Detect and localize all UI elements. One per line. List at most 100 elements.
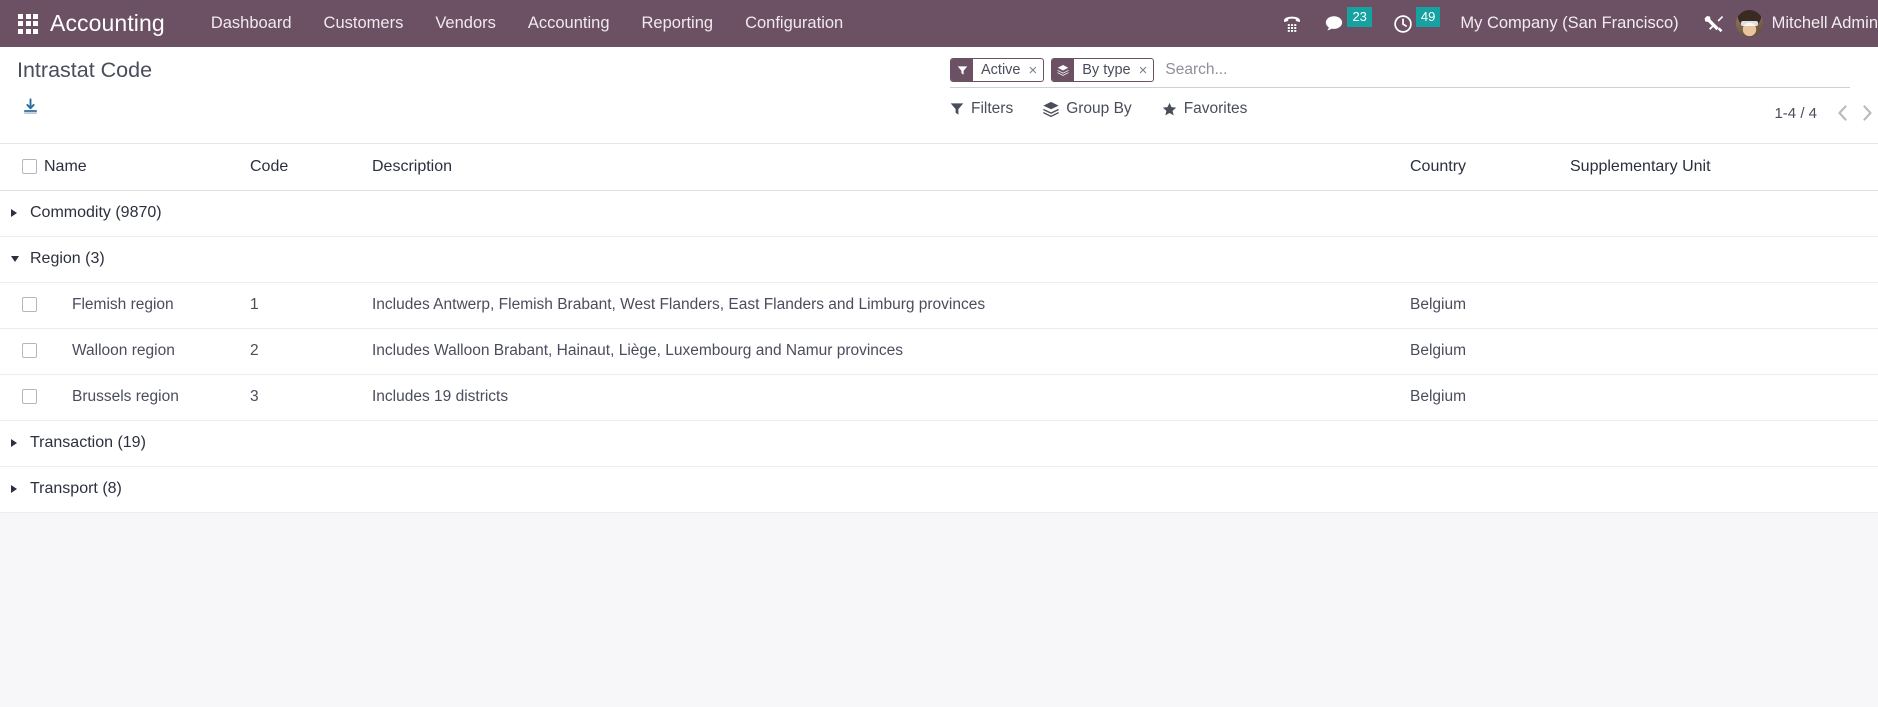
group-row-commodity-cell: Commodity (9870) bbox=[0, 190, 1878, 236]
menu-item-vendors[interactable]: Vendors bbox=[419, 0, 512, 47]
row-checkbox[interactable] bbox=[22, 343, 37, 359]
group-row-region-cell: Region (3) bbox=[0, 236, 1878, 282]
pager-count: 1-4 / 4 bbox=[1774, 104, 1817, 122]
search-facet-by-type-remove[interactable]: × bbox=[1136, 59, 1154, 81]
select-all-checkbox[interactable] bbox=[22, 159, 37, 175]
search-facet-by-type[interactable]: By type × bbox=[1051, 58, 1155, 82]
table-header: Name Code Description Country Supplement… bbox=[0, 144, 1878, 191]
cell-code: 1 bbox=[250, 296, 259, 313]
cell-description: Includes Antwerp, Flemish Brabant, West … bbox=[372, 296, 986, 313]
cell-country: Belgium bbox=[1410, 342, 1466, 359]
systray: 23 49 My Company (San Francisco) Mitchel… bbox=[1271, 0, 1878, 47]
page-title: Intrastat Code bbox=[17, 58, 153, 82]
grid-apps-icon bbox=[18, 13, 38, 34]
chevron-right-icon bbox=[1862, 105, 1872, 121]
search-facet-active-remove[interactable]: × bbox=[1026, 59, 1044, 81]
menu-item-configuration[interactable]: Configuration bbox=[729, 0, 859, 47]
menu-item-reporting[interactable]: Reporting bbox=[626, 0, 730, 47]
search-facet-active-label: Active bbox=[981, 62, 1021, 78]
group-row-transaction[interactable]: Transaction (19) bbox=[0, 420, 1878, 466]
column-header-supplementary-unit[interactable]: Supplementary Unit bbox=[1570, 144, 1878, 191]
app-brand-accounting[interactable]: Accounting bbox=[50, 10, 165, 37]
chevron-right-icon[interactable] bbox=[11, 439, 17, 447]
row-select-cell bbox=[0, 374, 44, 420]
wrench-screwdriver-icon bbox=[1704, 16, 1723, 33]
chevron-right-icon[interactable] bbox=[11, 485, 17, 493]
menu-item-customers[interactable]: Customers bbox=[308, 0, 420, 47]
filter-funnel-icon bbox=[951, 59, 973, 81]
export-all-button[interactable] bbox=[17, 95, 44, 118]
menu-item-accounting[interactable]: Accounting bbox=[512, 0, 626, 47]
cell-description: Includes Walloon Brabant, Hainaut, Liège… bbox=[372, 342, 904, 359]
group-row-transaction-label: Transaction (19) bbox=[30, 434, 146, 451]
select-all-header bbox=[0, 144, 44, 191]
user-avatar[interactable] bbox=[1735, 10, 1763, 37]
favorites-dropdown-button[interactable]: Favorites bbox=[1162, 100, 1248, 118]
search-input[interactable] bbox=[1161, 59, 1850, 81]
column-header-country[interactable]: Country bbox=[1410, 144, 1570, 191]
odoo-accounting-app: Accounting Dashboard Customers Vendors A… bbox=[0, 0, 1878, 707]
pager: 1-4 / 4 bbox=[1774, 102, 1878, 124]
top-navbar: Accounting Dashboard Customers Vendors A… bbox=[0, 0, 1878, 47]
group-row-transport-cell: Transport (8) bbox=[0, 466, 1878, 512]
cell-supplementary-unit bbox=[1570, 328, 1878, 374]
list-view: Name Code Description Country Supplement… bbox=[0, 144, 1878, 707]
main-menu: Dashboard Customers Vendors Accounting R… bbox=[195, 0, 859, 47]
cell-name: Flemish region bbox=[72, 296, 174, 313]
table-header-row: Name Code Description Country Supplement… bbox=[0, 144, 1878, 191]
column-header-code[interactable]: Code bbox=[250, 144, 372, 191]
pager-previous-button[interactable] bbox=[1831, 102, 1853, 124]
column-header-name[interactable]: Name bbox=[44, 144, 250, 191]
favorites-label: Favorites bbox=[1183, 100, 1248, 117]
voip-button[interactable] bbox=[1271, 0, 1313, 47]
activities-count-badge: 49 bbox=[1415, 6, 1441, 27]
activities-button[interactable]: 49 bbox=[1382, 0, 1450, 47]
column-header-description[interactable]: Description bbox=[372, 144, 1410, 191]
phone-dialpad-icon bbox=[1284, 16, 1301, 32]
group-row-transaction-cell: Transaction (19) bbox=[0, 420, 1878, 466]
filters-dropdown-button[interactable]: Filters bbox=[950, 100, 1013, 118]
search-facet-active[interactable]: Active × bbox=[950, 58, 1045, 82]
intrastat-code-list-table: Name Code Description Country Supplement… bbox=[0, 144, 1878, 513]
group-row-transport[interactable]: Transport (8) bbox=[0, 466, 1878, 512]
cell-name: Brussels region bbox=[72, 388, 179, 405]
row-checkbox[interactable] bbox=[22, 389, 37, 405]
clock-icon bbox=[1394, 14, 1412, 33]
cell-description: Includes 19 districts bbox=[372, 388, 509, 405]
chevron-down-icon[interactable] bbox=[11, 256, 19, 262]
control-panel-left: Intrastat Code bbox=[17, 57, 152, 118]
search-facet-by-type-label: By type bbox=[1082, 62, 1131, 78]
user-menu[interactable]: Mitchell Admin bbox=[1772, 14, 1878, 33]
table-row[interactable]: Walloon region 2 Includes Walloon Braban… bbox=[0, 328, 1878, 374]
apps-menu-button[interactable] bbox=[6, 0, 50, 47]
chevron-right-icon[interactable] bbox=[11, 209, 17, 217]
group-row-commodity-label: Commodity (9870) bbox=[30, 204, 162, 221]
company-switcher[interactable]: My Company (San Francisco) bbox=[1450, 14, 1692, 33]
group-by-dropdown-button[interactable]: Group By bbox=[1043, 100, 1132, 118]
layers-group-icon bbox=[1043, 101, 1059, 117]
cell-code: 3 bbox=[250, 388, 259, 405]
table-body: Commodity (9870) Region (3) Flemish regi… bbox=[0, 190, 1878, 512]
cell-supplementary-unit bbox=[1570, 282, 1878, 328]
cell-country: Belgium bbox=[1410, 296, 1466, 313]
filter-funnel-icon bbox=[950, 103, 964, 115]
group-row-commodity[interactable]: Commodity (9870) bbox=[0, 190, 1878, 236]
messages-button[interactable]: 23 bbox=[1313, 0, 1381, 47]
group-row-region[interactable]: Region (3) bbox=[0, 236, 1878, 282]
cell-name: Walloon region bbox=[72, 342, 175, 359]
search-dropdown-toolbar: Filters Group By Favorites bbox=[950, 88, 1850, 118]
table-row[interactable]: Flemish region 1 Includes Antwerp, Flemi… bbox=[0, 282, 1878, 328]
cell-code: 2 bbox=[250, 342, 259, 359]
cell-country: Belgium bbox=[1410, 388, 1466, 405]
table-row[interactable]: Brussels region 3 Includes 19 districts … bbox=[0, 374, 1878, 420]
search-bar[interactable]: Active × By type × bbox=[950, 47, 1850, 88]
chevron-left-icon bbox=[1837, 105, 1847, 121]
developer-tools-button[interactable] bbox=[1693, 0, 1736, 47]
chat-bubble-icon bbox=[1326, 15, 1343, 30]
group-by-label: Group By bbox=[1066, 100, 1132, 117]
group-row-region-label: Region (3) bbox=[30, 250, 105, 267]
menu-item-dashboard[interactable]: Dashboard bbox=[195, 0, 308, 47]
pager-next-button[interactable] bbox=[1856, 102, 1878, 124]
cell-supplementary-unit bbox=[1570, 374, 1878, 420]
row-checkbox[interactable] bbox=[22, 297, 37, 313]
